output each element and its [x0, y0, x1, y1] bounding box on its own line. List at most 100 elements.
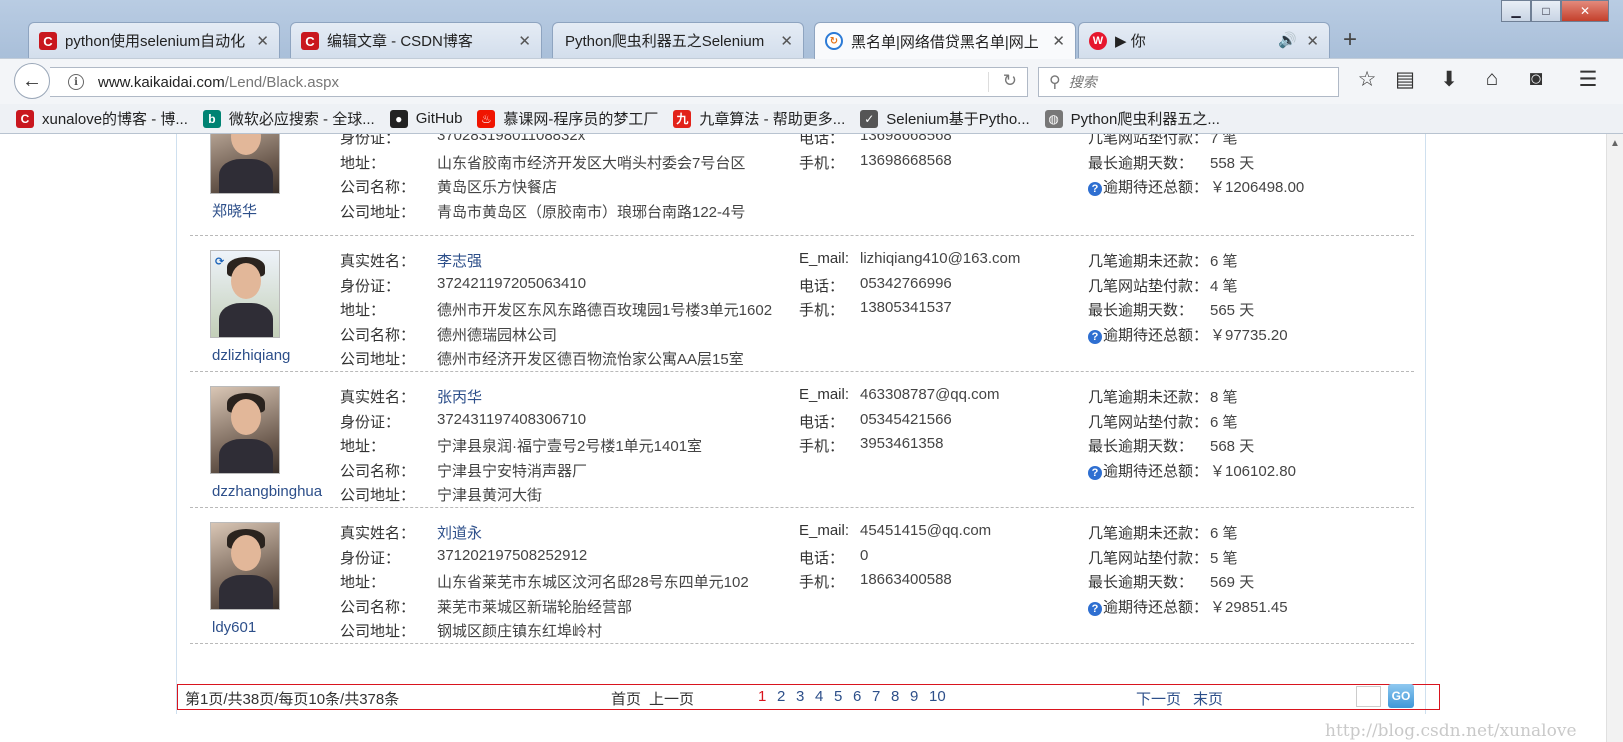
- kaikaidai-logo-icon: ⟳: [215, 256, 225, 268]
- id-card-value: 372421197205063410: [437, 274, 587, 292]
- real-name-label: 真实姓名：: [340, 253, 416, 270]
- tab-5[interactable]: W ▶ 你 🔊 ✕: [1078, 22, 1330, 58]
- go-button[interactable]: GO: [1388, 684, 1414, 708]
- username-link[interactable]: dzlizhiqiang: [212, 347, 290, 364]
- mobile-label: 手机：: [799, 438, 845, 455]
- company-address-value: 宁津县黄河大街: [437, 487, 543, 504]
- blacklist-content: 郑晓华 身份证： 37028319801108832x 地址： 山东省胶南市经济开发区大…: [176, 134, 1426, 714]
- search-input[interactable]: [1068, 74, 1309, 90]
- help-icon[interactable]: ?: [1088, 329, 1102, 344]
- user-avatar[interactable]: [210, 134, 280, 194]
- advance-count-value: 6 笔: [1210, 413, 1238, 431]
- page-number-link[interactable]: 5: [834, 688, 842, 705]
- user-avatar[interactable]: ⟳: [210, 250, 280, 338]
- speaker-icon[interactable]: 🔊: [1278, 31, 1297, 49]
- username-link[interactable]: 郑晓华: [212, 200, 257, 221]
- address-label: 地址：: [340, 154, 386, 172]
- user-avatar[interactable]: [210, 386, 280, 474]
- company-address-label: 公司地址：: [340, 351, 416, 368]
- vertical-scrollbar[interactable]: ▲: [1606, 134, 1623, 742]
- download-icon[interactable]: ⬇: [1434, 67, 1464, 92]
- bookmark-item[interactable]: ✓ Selenium基于Pytho...: [860, 108, 1030, 129]
- back-button[interactable]: ←: [14, 63, 50, 99]
- bookmark-item[interactable]: Cxunalove的博客 - 博...: [16, 108, 188, 129]
- close-icon[interactable]: ✕: [256, 32, 269, 50]
- real-name-value[interactable]: 刘道永: [437, 522, 482, 543]
- page-number-link[interactable]: 9: [910, 688, 918, 705]
- page-number-link[interactable]: 2: [777, 688, 785, 705]
- navigation-toolbar: i www.kaikaidai.com/Lend/Black.aspx ↻ ← …: [0, 58, 1623, 104]
- user-avatar[interactable]: [210, 522, 280, 610]
- maximize-button[interactable]: □: [1531, 0, 1561, 22]
- close-icon[interactable]: ✕: [780, 32, 793, 50]
- address-label: 地址：: [340, 302, 386, 319]
- last-page-link[interactable]: 末页: [1193, 688, 1223, 709]
- reading-list-icon[interactable]: ▤: [1390, 67, 1420, 92]
- divider: [988, 72, 989, 92]
- bookmark-item[interactable]: 九九章算法 - 帮助更多...: [673, 108, 845, 129]
- page-number-link[interactable]: 1: [758, 688, 766, 705]
- bookmark-item[interactable]: ♨ 慕课网-程序员的梦工厂: [477, 108, 658, 129]
- overdue-total-label: 逾期待还总额：: [1103, 326, 1209, 344]
- company-value: 黄岛区乐方快餐店: [437, 179, 558, 196]
- overdue-total-label-group: ? 逾期待还总额：: [1088, 324, 1208, 345]
- first-page-link[interactable]: 首页: [611, 688, 641, 709]
- close-icon[interactable]: ✕: [1306, 32, 1319, 50]
- close-icon[interactable]: ✕: [518, 32, 531, 50]
- help-icon[interactable]: ?: [1088, 465, 1102, 480]
- page-number-link[interactable]: 8: [891, 688, 899, 705]
- pocket-icon[interactable]: ◙: [1521, 67, 1551, 91]
- prev-page-link[interactable]: 上一页: [649, 688, 694, 709]
- phone-value: 13698668568: [860, 134, 952, 144]
- bookmark-label: Python爬虫利器五之...: [1070, 111, 1220, 128]
- page-number-link[interactable]: 6: [853, 688, 861, 705]
- bookmark-item[interactable]: ◍ Python爬虫利器五之...: [1044, 108, 1220, 129]
- real-name-value[interactable]: 张丙华: [437, 386, 482, 407]
- address-bar[interactable]: i www.kaikaidai.com/Lend/Black.aspx ↻: [50, 67, 1028, 97]
- bookmark-item[interactable]: ● GitHub: [389, 109, 462, 128]
- tab-3[interactable]: Python爬虫利器五之Selenium的 ✕: [552, 22, 804, 58]
- phone-value: 0: [860, 546, 869, 564]
- overdue-total-label: 逾期待还总额：: [1103, 598, 1209, 616]
- kaikaidai-icon: ↻: [825, 32, 843, 50]
- new-tab-button[interactable]: +: [1343, 26, 1357, 54]
- tab-2[interactable]: C 编辑文章 - CSDN博客 ✕: [290, 22, 542, 58]
- info-icon[interactable]: i: [68, 74, 84, 90]
- mobile-value: 3953461358: [860, 435, 944, 452]
- menu-icon[interactable]: ☰: [1573, 67, 1603, 92]
- id-card-label: 身份证：: [340, 549, 401, 567]
- overdue-total-label: 逾期待还总额：: [1103, 462, 1209, 480]
- company-address-label: 公司地址：: [340, 623, 416, 640]
- search-icon: ⚲: [1049, 74, 1061, 91]
- username-link[interactable]: ldy601: [212, 619, 256, 636]
- page-number-link[interactable]: 10: [929, 688, 946, 705]
- page-number-link[interactable]: 3: [796, 688, 804, 705]
- home-icon[interactable]: ⌂: [1477, 67, 1507, 91]
- bookmark-star-icon[interactable]: ☆: [1352, 67, 1382, 92]
- next-page-link[interactable]: 下一页: [1136, 688, 1181, 709]
- window-controls: ▁ □ ✕: [1501, 0, 1609, 22]
- help-icon[interactable]: ?: [1088, 182, 1102, 196]
- help-icon[interactable]: ?: [1088, 601, 1102, 616]
- scroll-up-icon[interactable]: ▲: [1610, 138, 1620, 149]
- real-name-label: 真实姓名：: [340, 525, 416, 542]
- address-label: 地址：: [340, 438, 386, 455]
- tab-4-active[interactable]: ↻ 黑名单|网络借贷黑名单|网上 ✕: [814, 22, 1076, 59]
- tab-1[interactable]: C python使用selenium自动化 ✕: [28, 22, 280, 58]
- page-number-link[interactable]: 4: [815, 688, 823, 705]
- page-number-link[interactable]: 7: [872, 688, 880, 705]
- mobile-label: 手机：: [799, 574, 845, 591]
- email-value: 463308787@qq.com: [860, 386, 1000, 403]
- pagination-bar: 第1页/共38页/每页10条/共378条 首页 上一页 1 2 3 4 5 6 7 8 9 10 …: [177, 684, 1440, 710]
- page-number-input[interactable]: [1356, 686, 1381, 707]
- url-text[interactable]: www.kaikaidai.com/Lend/Black.aspx: [98, 74, 339, 91]
- reload-icon[interactable]: ↻: [1003, 71, 1017, 91]
- close-window-button[interactable]: ✕: [1561, 0, 1609, 22]
- username-link[interactable]: dzzhangbinghua: [212, 483, 322, 500]
- bookmark-item[interactable]: b 微软必应搜索 - 全球...: [202, 108, 375, 129]
- mobile-value: 18663400588: [860, 571, 952, 588]
- minimize-button[interactable]: ▁: [1501, 0, 1531, 22]
- close-icon[interactable]: ✕: [1052, 32, 1065, 50]
- search-box[interactable]: ⚲: [1038, 67, 1339, 97]
- real-name-value[interactable]: 李志强: [437, 250, 482, 271]
